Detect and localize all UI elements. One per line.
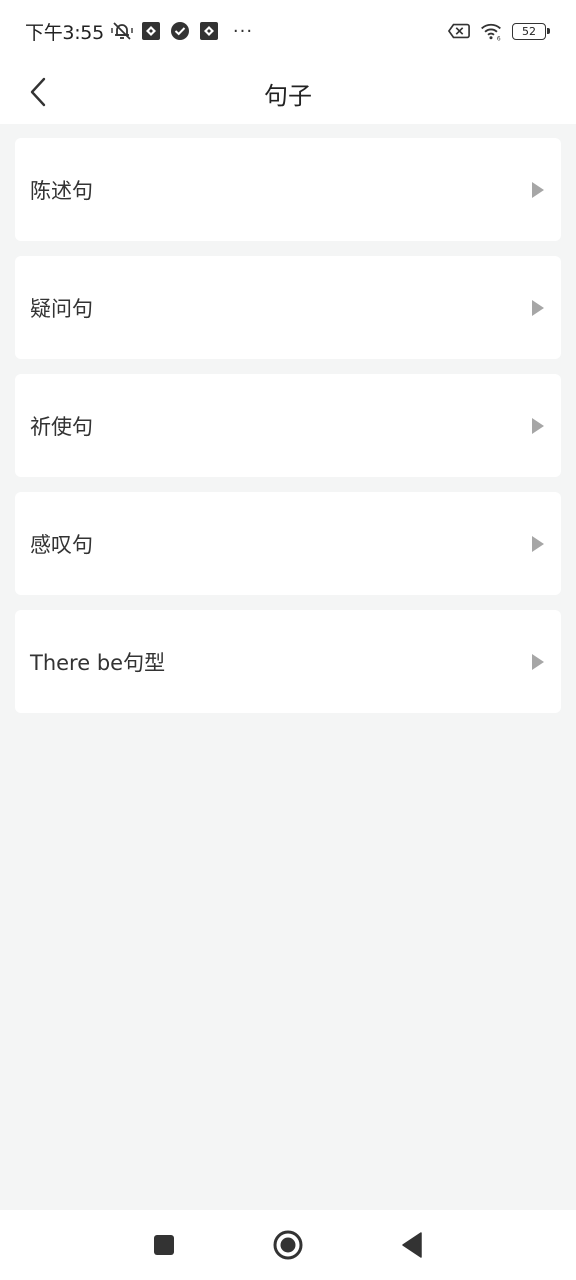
- battery-indicator: 52: [512, 22, 550, 40]
- wifi-icon: 6: [480, 20, 502, 42]
- list-item-label: 疑问句: [30, 296, 93, 321]
- recents-button[interactable]: [146, 1227, 182, 1263]
- mute-bell-icon: [111, 20, 133, 42]
- list-item-label: 陈述句: [30, 178, 93, 203]
- list-item-label: 祈使句: [30, 414, 93, 439]
- page-title: 句子: [264, 81, 312, 110]
- system-nav-bar: [0, 1210, 576, 1280]
- triangle-right-icon: [530, 652, 546, 672]
- list-item-interrogative[interactable]: 疑问句: [15, 256, 561, 359]
- svg-text:6: 6: [497, 36, 501, 42]
- home-button[interactable]: [270, 1227, 306, 1263]
- no-sim-icon: [448, 20, 470, 42]
- home-circle-icon: [273, 1230, 303, 1260]
- back-triangle-icon: [402, 1232, 422, 1258]
- more-notifications-icon: ···: [232, 20, 254, 42]
- triangle-right-icon: [530, 416, 546, 436]
- list-item-label: 感叹句: [30, 532, 93, 557]
- triangle-right-icon: [530, 180, 546, 200]
- status-bar: 下午3:55 ··· 6 52: [0, 0, 576, 62]
- list-item-exclamatory[interactable]: 感叹句: [15, 492, 561, 595]
- system-back-button[interactable]: [394, 1227, 430, 1263]
- triangle-right-icon: [530, 298, 546, 318]
- sentence-type-list: 陈述句 疑问句 祈使句 感叹句 There be句型: [15, 138, 561, 728]
- check-circle-icon: [169, 20, 191, 42]
- recents-square-icon: [154, 1235, 174, 1255]
- status-left: 下午3:55 ···: [25, 18, 253, 45]
- list-item-declarative[interactable]: 陈述句: [15, 138, 561, 241]
- list-item-there-be[interactable]: There be句型: [15, 610, 561, 713]
- app-notification-icon: [198, 20, 220, 42]
- status-time: 下午3:55: [25, 21, 104, 44]
- list-item-label: There be句型: [30, 650, 166, 675]
- list-item-imperative[interactable]: 祈使句: [15, 374, 561, 477]
- battery-level: 52: [522, 24, 536, 38]
- chevron-left-icon: [30, 77, 46, 107]
- back-button[interactable]: [18, 72, 58, 112]
- header: 句子: [0, 62, 576, 124]
- app-notification-icon: [140, 20, 162, 42]
- triangle-right-icon: [530, 534, 546, 554]
- status-right: 6 52: [448, 20, 550, 42]
